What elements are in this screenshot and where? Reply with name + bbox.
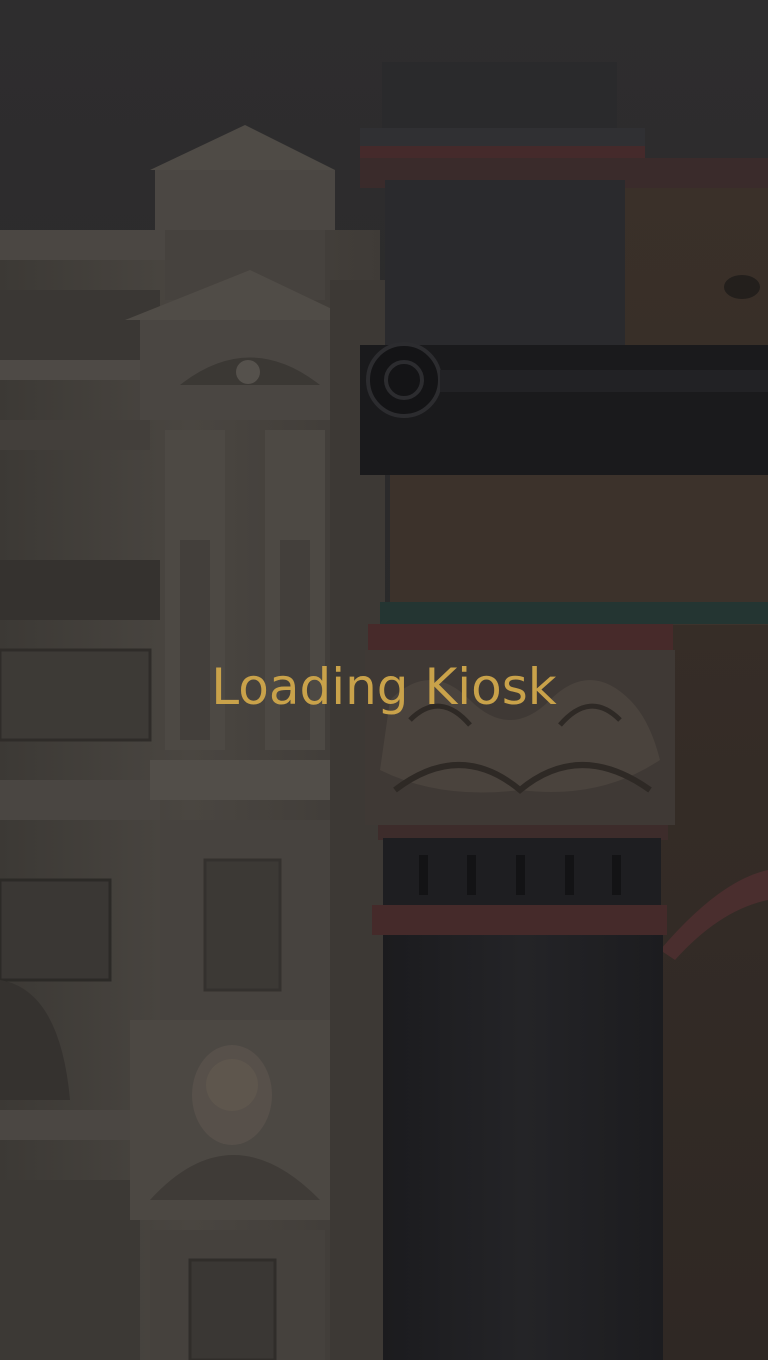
kiosk-loading-screen: Loading Kiosk (0, 0, 768, 1360)
loading-kiosk-label: Loading Kiosk (211, 658, 557, 716)
